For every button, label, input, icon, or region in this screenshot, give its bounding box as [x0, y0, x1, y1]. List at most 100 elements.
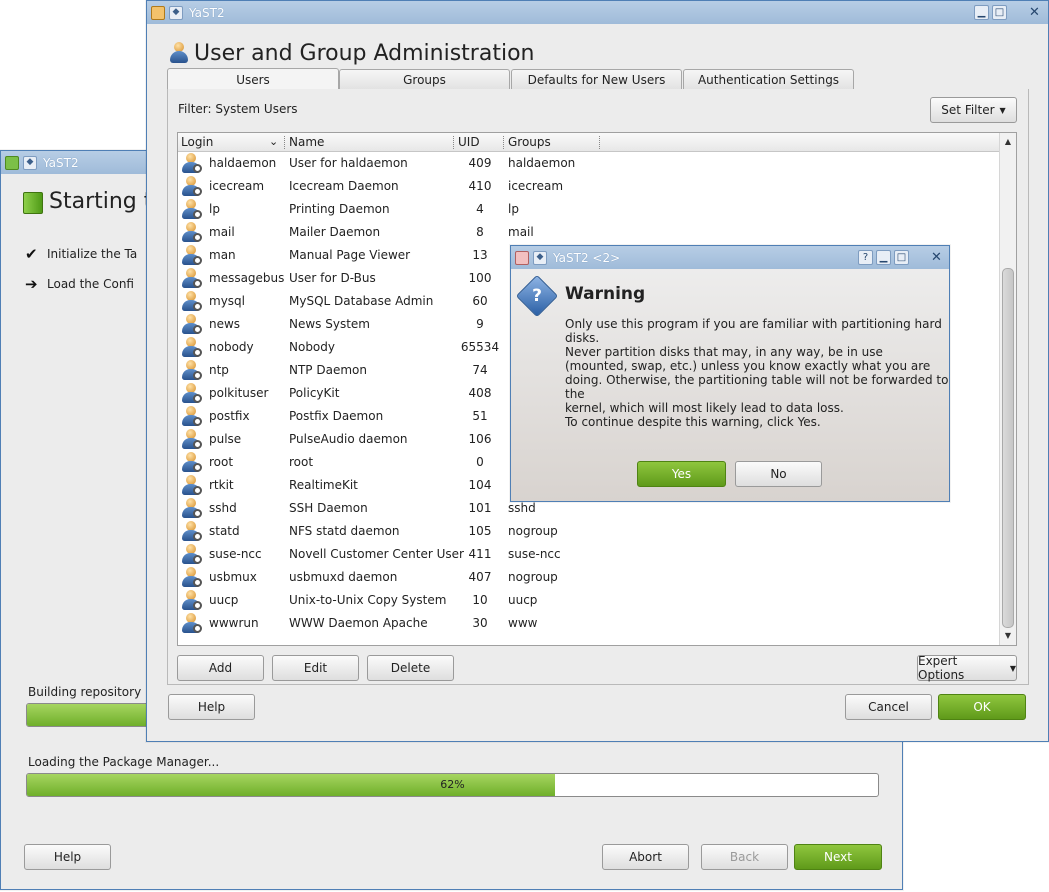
table-row[interactable]: suse-ncc Novell Customer Center User 411 su…: [178, 543, 999, 566]
cell-uid: 407: [468, 570, 492, 584]
cell-uid: 105: [468, 524, 492, 538]
edit-button[interactable]: Edit: [272, 655, 359, 681]
cell-groups: icecream: [508, 179, 564, 193]
table-row[interactable]: mail Mailer Daemon 8 mail: [178, 221, 999, 244]
window-titlebar[interactable]: ◆ YaST2 ▁ □ ✕: [147, 1, 1048, 24]
table-scrollbar[interactable]: ▲ ▼: [999, 133, 1016, 645]
back-button[interactable]: Back: [701, 844, 788, 870]
cell-name: Nobody: [289, 340, 335, 354]
cell-name: Novell Customer Center User: [289, 547, 464, 561]
cell-name: RealtimeKit: [289, 478, 358, 492]
table-row[interactable]: icecream Icecream Daemon 410 icecream: [178, 175, 999, 198]
user-icon: [181, 567, 202, 588]
user-icon: [181, 222, 202, 243]
cell-groups: lp: [508, 202, 519, 216]
scroll-down-icon[interactable]: ▼: [1000, 629, 1016, 643]
user-icon: [181, 245, 202, 266]
cell-login: pulse: [209, 432, 242, 446]
next-button[interactable]: Next: [794, 844, 882, 870]
cell-name: root: [289, 455, 314, 469]
window-title: YaST2: [189, 5, 225, 20]
dialog-message-3: To continue despite this warning, click …: [565, 415, 821, 429]
tab-users[interactable]: Users: [167, 68, 339, 90]
table-row[interactable]: usbmux usbmuxd daemon 407 nogroup: [178, 566, 999, 589]
tab-label: Groups: [403, 73, 446, 87]
column-groups[interactable]: Groups: [508, 135, 551, 149]
column-uid[interactable]: UID: [458, 135, 480, 149]
column-login[interactable]: Login: [181, 135, 213, 149]
cell-uid: 30: [472, 616, 488, 630]
close-icon[interactable]: ✕: [1027, 5, 1042, 20]
tab-authentication[interactable]: Authentication Settings: [683, 69, 854, 90]
set-filter-button[interactable]: Set Filter ▼: [930, 97, 1017, 123]
cell-login: suse-ncc: [209, 547, 262, 561]
user-icon: [181, 337, 202, 358]
cell-login: usbmux: [209, 570, 257, 584]
help-button[interactable]: Help: [168, 694, 255, 720]
abort-button[interactable]: Abort: [602, 844, 689, 870]
add-button[interactable]: Add: [177, 655, 264, 681]
scroll-thumb[interactable]: [1002, 268, 1014, 628]
help-button[interactable]: Help: [24, 844, 111, 870]
cell-groups: nogroup: [508, 570, 558, 584]
minimize-icon[interactable]: ▁: [876, 250, 891, 265]
cell-groups: suse-ncc: [508, 547, 561, 561]
chevron-down-icon: ▼: [999, 105, 1006, 115]
delete-button[interactable]: Delete: [367, 655, 454, 681]
close-icon[interactable]: ✕: [929, 250, 944, 265]
maximize-icon[interactable]: □: [992, 5, 1007, 20]
user-icon: [181, 452, 202, 473]
filter-label: Filter: System Users: [178, 102, 298, 116]
app-icon: [515, 250, 529, 265]
help-icon[interactable]: ?: [858, 250, 873, 265]
table-row[interactable]: statd NFS statd daemon 105 nogroup: [178, 520, 999, 543]
cell-login: uucp: [209, 593, 239, 607]
chevron-down-icon: ▼: [1009, 663, 1016, 673]
cancel-button[interactable]: Cancel: [845, 694, 932, 720]
minimize-icon[interactable]: ▁: [974, 5, 989, 20]
user-icon: [181, 406, 202, 427]
yes-button[interactable]: Yes: [637, 461, 726, 487]
window-menu-icon[interactable]: ◆: [533, 250, 547, 265]
ok-button[interactable]: OK: [938, 694, 1026, 720]
dialog-heading: Warning: [565, 284, 646, 304]
cell-login: mail: [209, 225, 235, 239]
cell-name: usbmuxd daemon: [289, 570, 398, 584]
dialog-titlebar[interactable]: ◆ YaST2 <2> ? ▁ □ ✕: [511, 246, 949, 269]
step-initialize: ✔ Initialize the Ta: [25, 245, 137, 263]
tab-groups[interactable]: Groups: [339, 69, 510, 90]
user-icon: [181, 521, 202, 542]
cell-name: PolicyKit: [289, 386, 340, 400]
cell-name: Mailer Daemon: [289, 225, 381, 239]
cell-name: News System: [289, 317, 370, 331]
maximize-icon[interactable]: □: [894, 250, 909, 265]
scroll-up-icon[interactable]: ▲: [1000, 135, 1016, 149]
table-row[interactable]: wwwrun WWW Daemon Apache 30 www: [178, 612, 999, 635]
table-row[interactable]: uucp Unix-to-Unix Copy System 10 uucp: [178, 589, 999, 612]
cell-uid: 9: [476, 317, 484, 331]
cell-name: Manual Page Viewer: [289, 248, 411, 262]
step-label: Initialize the Ta: [47, 247, 138, 261]
tab-defaults[interactable]: Defaults for New Users: [511, 69, 682, 90]
dialog-message-1: Only use this program if you are familia…: [565, 317, 942, 345]
user-icon: [181, 590, 202, 611]
column-name[interactable]: Name: [289, 135, 324, 149]
user-icon: [181, 291, 202, 312]
cell-uid: 409: [468, 156, 492, 170]
user-icon: [181, 199, 202, 220]
user-icon: [181, 360, 202, 381]
cell-uid: 411: [468, 547, 492, 561]
no-button[interactable]: No: [735, 461, 822, 487]
cell-login: nobody: [209, 340, 254, 354]
cell-uid: 8: [476, 225, 484, 239]
cell-login: rtkit: [209, 478, 234, 492]
cell-uid: 74: [472, 363, 488, 377]
arrow-right-icon: ➔: [25, 275, 38, 293]
expert-options-button[interactable]: Expert Options ▼: [917, 654, 1017, 682]
table-row[interactable]: lp Printing Daemon 4 lp: [178, 198, 999, 221]
window-menu-icon[interactable]: ◆: [169, 5, 183, 20]
loading-progress-bar: 62%: [26, 773, 879, 797]
user-icon: [181, 429, 202, 450]
table-row[interactable]: haldaemon User for haldaemon 409 haldaemon: [178, 152, 999, 175]
window-menu-icon[interactable]: ◆: [23, 155, 37, 170]
